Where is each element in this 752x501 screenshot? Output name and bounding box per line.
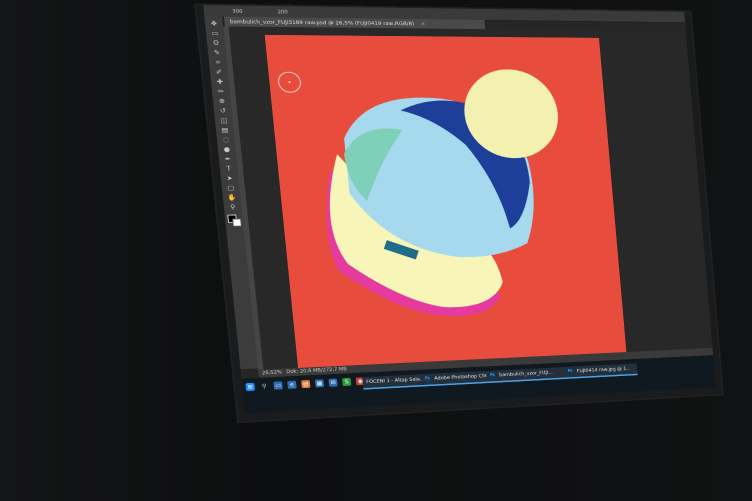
document-tab-title: bambulich_vzor_FUJI3189 raw.psd @ 26,5% … [229,18,415,27]
hand-icon[interactable]: ✋ [227,194,237,202]
lasso-icon[interactable]: ʘ [211,39,221,47]
zoom-icon[interactable]: ⚲ [228,203,238,211]
photoshop-icon: Ps [424,376,431,382]
task-label: Adobe Photoshop CS6 [434,373,489,382]
mail-icon[interactable]: ✉ [328,378,338,387]
store-icon[interactable]: ▦ [314,379,325,388]
move-icon[interactable]: ✥ [209,20,219,28]
taskbar-item-doc-psd[interactable]: Ps bambulich_vzor_FUJI... [485,366,567,384]
monitor-screen: 300 200 bambulich_vzor_FUJI3189 raw.psd … [203,5,716,414]
skype-icon[interactable]: S [342,377,352,387]
photoshop-icon: Ps [489,372,496,379]
brush-icon[interactable]: ✏ [216,88,226,96]
monitor: 300 200 bambulich_vzor_FUJI3189 raw.psd … [196,5,723,422]
healing-icon[interactable]: ✚ [215,78,225,86]
close-icon[interactable]: × [420,19,426,28]
edge-icon[interactable]: e [287,380,297,389]
task-label: FOCENI 1 - Altap Sala... [365,376,424,385]
taskbar-item-doc-jpg[interactable]: Ps FUJI0414 raw.jpg @ 1... [563,363,638,379]
gradient-icon[interactable]: ▤ [220,126,230,134]
eyedropper-icon[interactable]: ✐ [214,68,224,76]
stamp-icon[interactable]: ⊕ [217,97,227,105]
marquee-icon[interactable]: ▭ [210,30,220,38]
photoshop-icon: Ps [567,368,574,375]
blur-icon[interactable]: ◌ [221,136,231,144]
taskview-icon[interactable]: ▭ [273,381,283,390]
eraser-icon[interactable]: ◫ [219,117,229,125]
search-icon[interactable]: ⚲ [259,382,269,390]
ruler-label: 300 [232,8,243,15]
task-label: bambulich_vzor_FUJI... [499,369,553,378]
task-label: FUJI0414 raw.jpg @ 1... [576,365,631,374]
ruler-label: 200 [277,8,288,15]
explorer-icon[interactable]: ▤ [301,379,311,389]
taskbar-item-photoshop[interactable]: Ps Adobe Photoshop CS6 [420,370,489,387]
path-select-icon[interactable]: ➤ [225,175,235,183]
windows-icon[interactable]: ⊞ [245,382,256,392]
document-workspace [228,26,713,370]
quick-select-icon[interactable]: ✎ [212,49,222,57]
hat-photo [321,69,562,322]
background-color-swatch[interactable] [232,218,242,227]
document-canvas[interactable] [264,34,627,368]
history-brush-icon[interactable]: ↺ [218,107,228,115]
crop-icon[interactable]: ⌗ [213,59,223,67]
type-icon[interactable]: T [224,165,234,173]
taskbar-item-altap[interactable]: FOCENI 1 - Altap Sala... [362,374,424,390]
shape-icon[interactable]: ▢ [226,184,236,192]
dodge-icon[interactable]: ● [222,146,232,154]
pen-icon[interactable]: ✒ [223,155,233,163]
